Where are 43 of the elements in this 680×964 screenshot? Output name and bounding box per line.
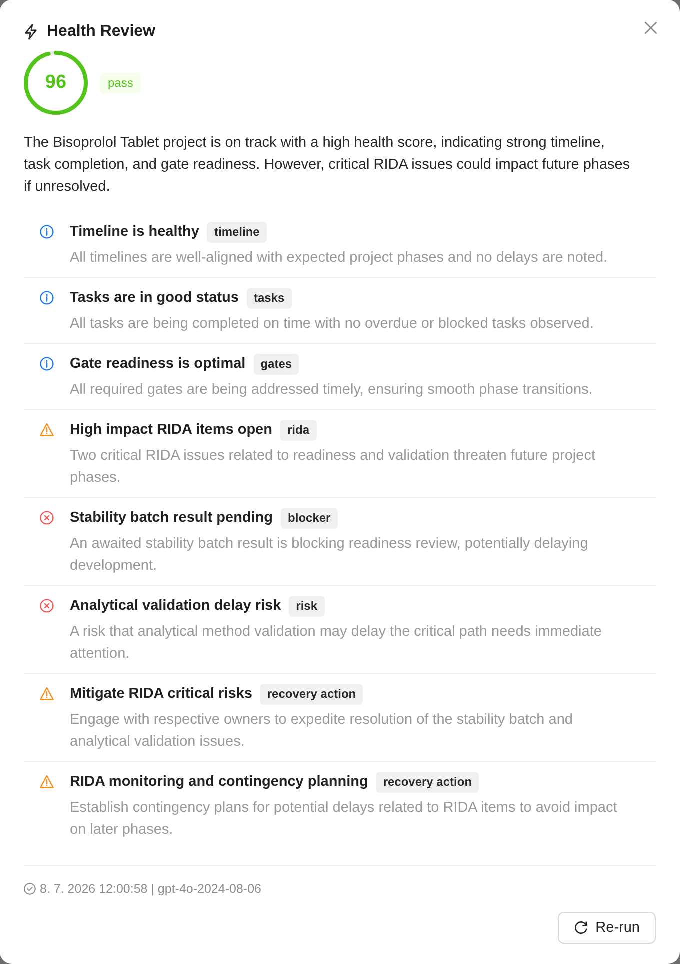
finding-description: Establish contingency plans for potential delays related to RIDA items to avoid impact on later phases. [70, 799, 618, 840]
error-icon [40, 599, 54, 613]
finding-title: High impact RIDA items open [70, 421, 272, 440]
category-tag: tasks [246, 288, 292, 308]
info-icon [40, 357, 54, 371]
category-tag: gates [254, 354, 300, 374]
close-button[interactable] [644, 21, 658, 35]
category-tag: recovery action [376, 772, 480, 792]
finding-description: All tasks are being completed on time with no overdue or blocked tasks observed. [70, 315, 595, 334]
check-circle-icon [24, 883, 36, 895]
close-icon [645, 22, 657, 34]
status-badge: pass [100, 72, 142, 94]
error-icon [40, 511, 54, 525]
finding-description: All required gates are being addressed timely, ensuring smooth phase transitions. [70, 381, 594, 400]
category-tag: blocker [281, 508, 338, 528]
category-tag: rida [280, 420, 316, 440]
finding-title: Mitigate RIDA critical risks [70, 685, 252, 704]
info-icon [40, 291, 54, 305]
finding-title: RIDA monitoring and contingency planning [70, 773, 368, 792]
finding-description: Engage with respective owners to expedite resolution of the stability batch and analytical validation issues. [70, 711, 574, 752]
lightning-icon [24, 24, 38, 40]
finding-title: Timeline is healthy [70, 223, 200, 242]
summary-text: The Bisoprolol Tablet project is on track with a high health score, indicating strong timeline, task completion, and gate readiness. However, critical RIDA issues could impact future phases if unresolved. [24, 134, 632, 197]
category-tag: timeline [207, 222, 267, 242]
finding-title: Tasks are in good status [70, 289, 239, 308]
warning-icon [40, 775, 54, 789]
category-tag: recovery action [260, 684, 364, 704]
score-value: 96 [44, 71, 68, 95]
timestamp-text: 8. 7. 2026 12:00:58 | gpt-4o-2024-08-06 [40, 881, 262, 898]
category-tag: risk [289, 596, 325, 616]
info-icon [40, 225, 54, 239]
finding-description: An awaited stability batch result is blocking readiness review, potentially delaying development. [70, 535, 590, 576]
finding-title: Gate readiness is optimal [70, 355, 246, 374]
warning-icon [40, 687, 54, 701]
finding-description: A risk that analytical method validation may delay the critical path needs immediate attention. [70, 623, 603, 664]
refresh-icon [574, 921, 588, 935]
finding-description: Two critical RIDA issues related to readiness and validation threaten future project phases. [70, 447, 596, 488]
finding-description: All timelines are well-aligned with expected project phases and no delays are noted. [70, 249, 609, 268]
finding-title: Stability batch result pending [70, 509, 274, 528]
dialog-title: Health Review [47, 22, 156, 42]
finding-title: Analytical validation delay risk [70, 597, 282, 616]
rerun-button[interactable]: Re-run [558, 912, 656, 944]
warning-icon [40, 423, 54, 437]
